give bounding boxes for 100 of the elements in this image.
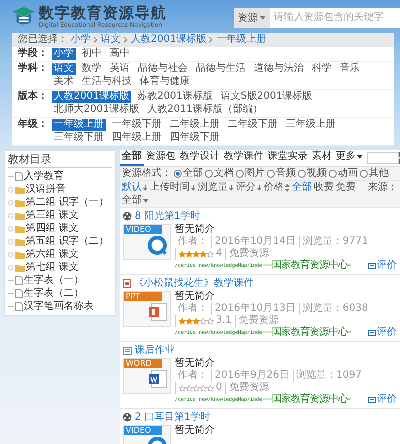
format-radio[interactable]: 动画 [329,167,358,180]
resource-source: —国家教育资源中心- [262,260,351,272]
price-filter-option[interactable]: 全部 [292,181,312,194]
filter-option[interactable]: 一年级上册 [52,119,106,131]
tree-item[interactable]: 第五组 识字（二） [26,235,110,248]
source-dropdown[interactable]: 全部 [122,194,149,207]
filter-option[interactable]: 美术 [52,76,76,88]
sort-option[interactable]: 价格 [264,181,290,194]
slide-document-icon [123,279,131,288]
tab-search-field[interactable] [367,152,399,164]
breadcrumb-link[interactable]: 人教2001课标版 [131,34,206,46]
filter-option[interactable]: 数学 [80,63,104,75]
price-filter-option[interactable]: 免费 [336,181,356,194]
tree-item[interactable]: 第七组 课文 [26,261,80,274]
resource-title-link[interactable]: 口耳目第1学时 [144,411,211,424]
filter-option[interactable]: 语文 [52,63,76,75]
film-reel-icon [123,413,132,422]
filter-label: 年级： [18,119,49,131]
filter-option[interactable]: 道德与法治 [252,63,306,75]
filter-option[interactable]: 四年级上册 [110,132,164,144]
review-link[interactable]: 评价 [368,394,397,406]
play-circle-icon [147,235,168,256]
filter-option[interactable]: 人教2001课标版 [52,91,132,103]
view-count: 浏览量：6038 [298,303,372,315]
filter-option[interactable]: 二年级上册 [168,119,222,131]
tree-item[interactable]: 第二组 识字（一） [26,196,110,209]
expand-icon[interactable] [8,238,14,244]
sort-both-icon [285,184,290,192]
rating-score: 4 [216,248,222,260]
format-radio[interactable]: 图片 [236,167,265,180]
file-type-label: VIDEO [124,225,162,234]
sort-down-icon [229,184,234,190]
tree-item[interactable]: 汉字笔画名称表 [24,300,94,313]
filter-option[interactable]: 科学 [310,63,334,75]
filter-option[interactable]: 生活与科技 [80,76,134,88]
expand-icon[interactable] [8,252,14,258]
resource-title-link[interactable]: 课后作业 [135,344,175,357]
sort-option[interactable]: 上传时间 [150,181,196,194]
format-radio[interactable]: 音频 [267,167,296,180]
resource-number: 8 [135,210,142,223]
tree-item[interactable]: 第三组 课文 [26,209,80,222]
filter-option[interactable]: 三年级上册 [284,119,338,131]
review-link[interactable]: 评价 [368,260,397,272]
category-tab[interactable]: 课堂实录 [266,150,310,166]
chevron-right-icon [209,37,214,43]
tree-item[interactable]: 生字表（一） [24,274,84,287]
filter-option[interactable]: 一年级下册 [110,119,164,131]
filter-option[interactable]: 体育与健康 [138,76,192,88]
site-title: 数字教育资源导航 [39,5,167,22]
filter-label: 学科： [18,63,49,75]
resource-summary: 暂无简介 [175,224,216,236]
filter-option[interactable]: 二年级下册 [226,119,280,131]
breadcrumb-link[interactable]: 语文 [101,34,121,46]
file-type-label: PPT [124,292,162,301]
tree-item[interactable]: 第四组 课文 [26,222,80,235]
price-filter-option[interactable]: 收费 [314,181,334,194]
format-radio[interactable]: 其他 [360,167,389,180]
tree-item[interactable]: 入学教育 [24,170,64,183]
breadcrumb-label: 您已选择： [18,34,68,46]
format-radio[interactable]: 视频 [298,167,327,180]
search-scope-dropdown[interactable]: 资源 [234,8,270,28]
review-link[interactable]: 评价 [368,327,397,339]
filter-option[interactable]: 英语 [108,63,132,75]
resource-title-link[interactable]: 阳光第1学时 [144,210,201,223]
filter-option[interactable]: 高中 [108,48,132,60]
filter-option[interactable]: 苏教2001课标版 [135,91,215,103]
tree-item[interactable]: 第六组 课文 [26,248,80,261]
chevron-right-icon [124,37,128,43]
filter-option[interactable]: 音乐 [338,63,362,75]
resource-title-link[interactable]: 《小松鼠找花生》教学课件 [134,277,254,290]
more-dropdown-tab[interactable]: 更多 [334,150,365,166]
tree-item[interactable]: 生字表（二） [24,287,84,300]
tree-item[interactable]: 汉语拼音 [26,183,66,196]
category-tab[interactable]: 资源包 [144,150,178,166]
expand-icon[interactable] [8,186,14,192]
filter-option[interactable]: 小学 [52,48,76,60]
format-radio[interactable]: 全部 [174,167,203,180]
expand-icon[interactable] [8,200,14,206]
upload-date: 2016年10月14日 [211,236,299,248]
expand-icon[interactable] [8,226,14,232]
filter-option[interactable]: 三年级下册 [52,132,106,144]
sort-option[interactable]: 评分 [236,181,262,194]
category-tab[interactable]: 教学设计 [178,150,222,166]
filter-option[interactable]: 语文S版2001课标版 [218,91,315,103]
filter-option[interactable]: 品德与生活 [194,63,248,75]
expand-icon[interactable] [8,212,14,218]
category-tab[interactable]: 素材 [310,150,334,166]
tree-line-icon [8,304,14,310]
filter-option[interactable]: 初中 [80,48,104,60]
category-tab[interactable]: 教学课件 [222,150,266,166]
format-radio[interactable]: 文档 [205,167,234,180]
breadcrumb-link[interactable]: 小学 [71,34,91,46]
filter-option[interactable]: 品德与社会 [136,63,190,75]
filter-option[interactable]: 人教2011课标版（部编） [145,104,265,116]
sort-option[interactable]: 默认 [122,181,148,194]
expand-icon[interactable] [8,264,14,270]
breadcrumb-link[interactable]: 一年级上册 [216,34,266,46]
filter-option[interactable]: 北师大2001课标版 [52,104,142,116]
filter-option[interactable]: 四年级下册 [168,132,222,144]
sort-option[interactable]: 浏览量 [198,181,234,194]
